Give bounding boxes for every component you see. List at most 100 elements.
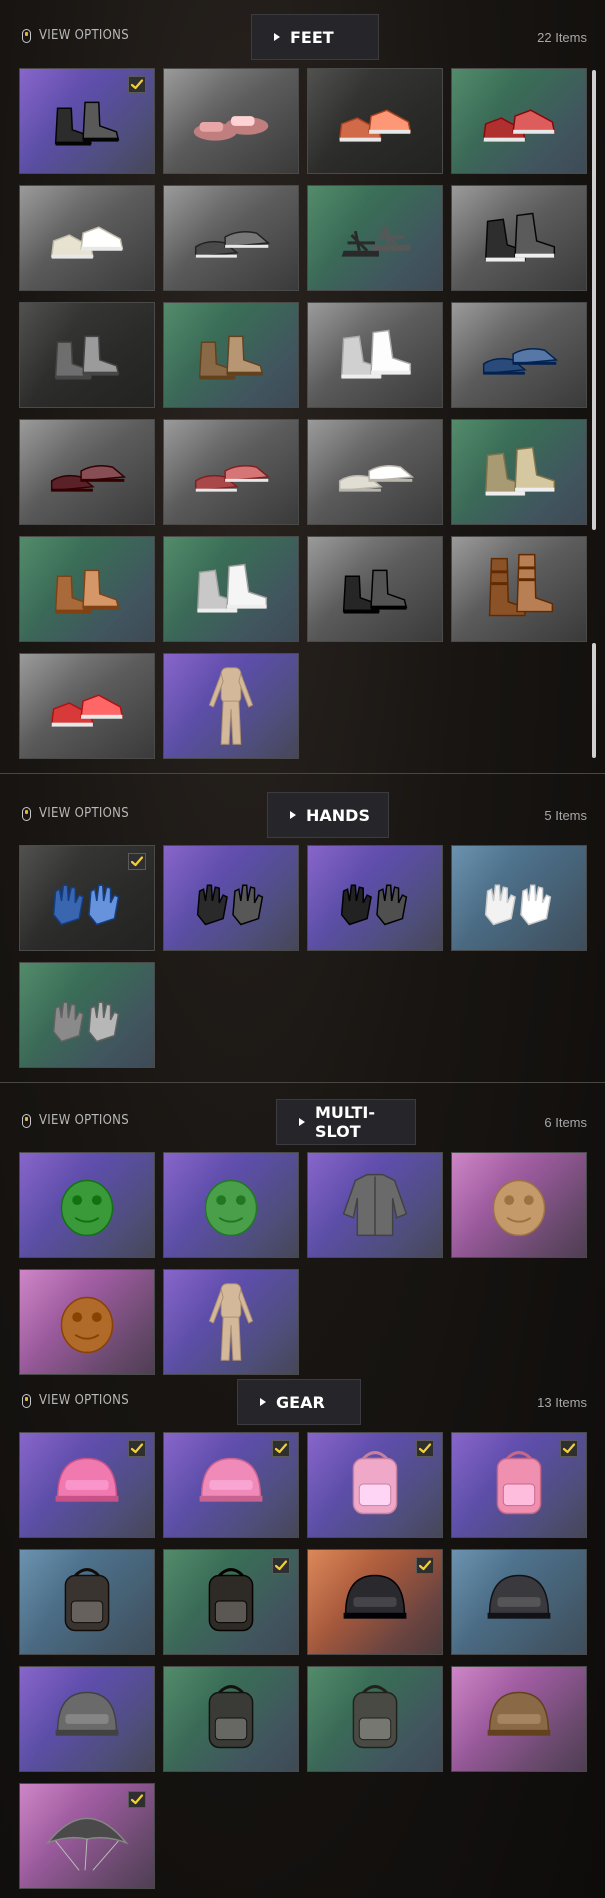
equipped-checkmark-icon (128, 853, 146, 870)
item-grid (19, 845, 587, 1068)
view-options-label: VIEW OPTIONS (39, 1393, 129, 1408)
grey-worn-boots-icon (54, 335, 120, 380)
item-tile-pink-creature-helmet[interactable] (163, 1432, 299, 1538)
item-tile-camo-parachute[interactable] (19, 1783, 155, 1889)
item-tile-tactical-backpack-2[interactable] (307, 1666, 443, 1772)
tab-gear[interactable]: GEAR (237, 1379, 361, 1425)
item-tile-black-high-tops[interactable] (451, 185, 587, 291)
item-tile-bodysuit[interactable] (163, 653, 299, 759)
item-tile-pink-winged-helmet[interactable] (19, 1432, 155, 1538)
view-options-button[interactable]: VIEW OPTIONS (22, 806, 129, 821)
item-tile-green-croc-mask[interactable] (19, 1152, 155, 1258)
item-grid (19, 68, 587, 759)
item-tile-pink-bow-backpack[interactable] (451, 1432, 587, 1538)
scrollbar-thumb[interactable] (592, 643, 596, 758)
item-tile-tan-balaclava[interactable] (451, 1152, 587, 1258)
item-tile-black-fingerless-gloves[interactable] (307, 845, 443, 951)
patterned-slip-ons-icon (194, 465, 271, 492)
bodysuit-icon (208, 667, 254, 745)
item-tile-dark-backpack[interactable] (163, 1549, 299, 1655)
item-count: 22 Items (537, 30, 587, 45)
orange-camo-boots-icon (54, 569, 120, 614)
item-tile-black-boots[interactable] (19, 68, 155, 174)
item-tile-pilot-helmet[interactable] (451, 1549, 587, 1655)
item-tile-grey-worn-boots[interactable] (19, 302, 155, 408)
mouse-icon (22, 1393, 31, 1408)
grey-jacket-icon (342, 1173, 408, 1237)
item-tile-tactical-backpack[interactable] (163, 1666, 299, 1772)
black-combat-boots-icon (342, 569, 408, 614)
item-tile-dino-mask[interactable] (163, 1152, 299, 1258)
item-count: 13 Items (537, 1395, 587, 1410)
item-tile-black-combat-boots[interactable] (307, 536, 443, 642)
tab-feet[interactable]: FEET (251, 14, 379, 60)
section-multi-slot: VIEW OPTIONS MULTI-SLOT 6 Items (0, 1085, 605, 1375)
tactical-backpack-2-icon (352, 1685, 398, 1749)
item-tile-aviator-helmet[interactable] (451, 1666, 587, 1772)
tab-label: FEET (290, 27, 334, 47)
tab-multi-slot[interactable]: MULTI-SLOT (276, 1099, 416, 1145)
item-tile-patterned-slip-ons[interactable] (163, 419, 299, 525)
item-tile-white-cartoon-gloves[interactable] (451, 845, 587, 951)
scrollbar-thumb[interactable] (592, 70, 596, 530)
item-tile-brown-boots[interactable] (163, 302, 299, 408)
tab-label: MULTI-SLOT (315, 1103, 375, 1141)
camo-backpack-icon (64, 1568, 110, 1632)
item-tile-white-navy-sneakers[interactable] (19, 185, 155, 291)
item-tile-blue-loafers[interactable] (451, 302, 587, 408)
item-tile-maroon-loafers[interactable] (19, 419, 155, 525)
item-tile-white-high-tops[interactable] (307, 302, 443, 408)
item-tile-black-sandals[interactable] (307, 185, 443, 291)
camo-helmet-icon (55, 1691, 119, 1736)
item-tile-camo-helmet[interactable] (19, 1666, 155, 1772)
tab-hands[interactable]: HANDS (267, 792, 389, 838)
equipped-checkmark-icon (416, 1557, 434, 1574)
red-white-high-tops-icon (196, 563, 268, 613)
item-tile-blue-fingerless-gloves[interactable] (19, 845, 155, 951)
item-tile-orange-camo-boots[interactable] (19, 536, 155, 642)
item-tile-red-white-high-tops[interactable] (163, 536, 299, 642)
item-tile-grey-jacket[interactable] (307, 1152, 443, 1258)
white-loafers-icon (338, 465, 415, 492)
item-tile-camo-backpack[interactable] (19, 1549, 155, 1655)
item-tile-chainmail-gloves[interactable] (19, 962, 155, 1068)
red-black-sneakers-icon (482, 109, 556, 142)
mouse-icon (22, 1113, 31, 1128)
red-sneakers-icon (50, 694, 124, 727)
item-count: 6 Items (544, 1115, 587, 1130)
tan-balaclava-icon (492, 1179, 546, 1237)
white-cartoon-gloves-icon (484, 884, 552, 926)
lion-mask-icon (60, 1296, 114, 1354)
item-tile-pink-slides[interactable] (163, 68, 299, 174)
play-triangle-icon (290, 811, 296, 819)
view-options-button[interactable]: VIEW OPTIONS (22, 1393, 129, 1408)
item-tile-bodysuit[interactable] (163, 1269, 299, 1375)
tan-high-tops-icon (484, 446, 556, 496)
item-tile-red-sneakers[interactable] (19, 653, 155, 759)
section-divider (0, 773, 605, 774)
play-triangle-icon (299, 1118, 305, 1126)
item-tile-lion-mask[interactable] (19, 1269, 155, 1375)
item-tile-tan-high-tops[interactable] (451, 419, 587, 525)
item-tile-white-loafers[interactable] (307, 419, 443, 525)
item-tile-pink-backpack[interactable] (307, 1432, 443, 1538)
brown-buckle-boots-icon (488, 553, 554, 617)
item-tile-riot-helmet[interactable] (307, 1549, 443, 1655)
section-header: VIEW OPTIONS FEET 22 Items (0, 0, 605, 60)
item-grid (19, 1152, 587, 1375)
tab-label: HANDS (306, 805, 370, 825)
black-sandals-icon (341, 224, 411, 257)
item-tile-red-black-sneakers[interactable] (451, 68, 587, 174)
item-tile-black-red-gloves[interactable] (163, 845, 299, 951)
section-header: VIEW OPTIONS MULTI-SLOT 6 Items (0, 1085, 605, 1145)
item-count: 5 Items (544, 808, 587, 823)
item-tile-brown-buckle-boots[interactable] (451, 536, 587, 642)
play-triangle-icon (260, 1398, 266, 1406)
view-options-button[interactable]: VIEW OPTIONS (22, 28, 129, 43)
view-options-button[interactable]: VIEW OPTIONS (22, 1113, 129, 1128)
equipped-checkmark-icon (128, 76, 146, 93)
pilot-helmet-icon (487, 1574, 551, 1619)
item-tile-orange-sneakers[interactable] (307, 68, 443, 174)
item-tile-grey-slip-ons[interactable] (163, 185, 299, 291)
section-hands: VIEW OPTIONS HANDS 5 Items (0, 778, 605, 1068)
